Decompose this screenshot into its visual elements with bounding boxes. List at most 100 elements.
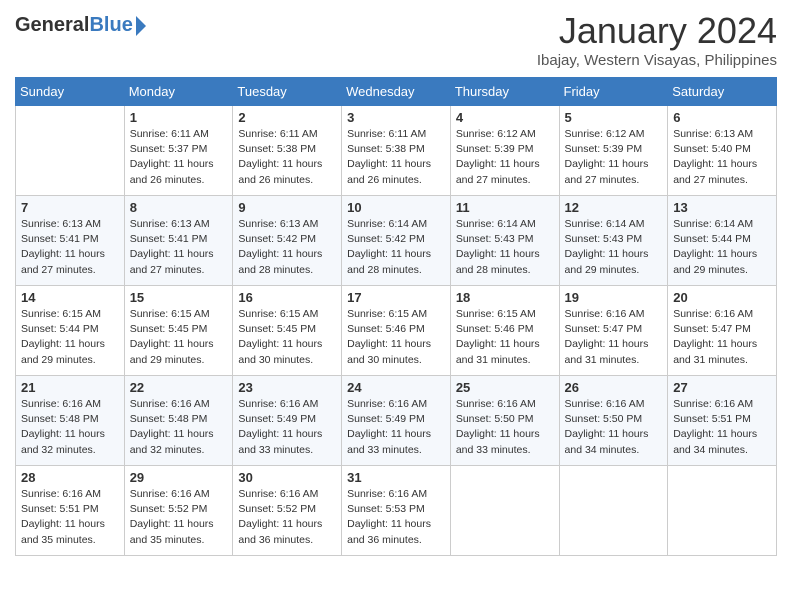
calendar-cell: 10 Sunrise: 6:14 AM Sunset: 5:42 PM Dayli… (342, 196, 451, 286)
page-header: General Blue January 2024 Ibajay, Wester… (15, 10, 777, 69)
calendar-cell: 23Sunrise: 6:16 AM Sunset: 5:49 PM Dayli… (233, 376, 342, 466)
calendar-cell (559, 466, 668, 556)
day-number: 26 (565, 380, 663, 395)
day-info: Sunrise: 6:15 AM Sunset: 5:45 PM Dayligh… (238, 307, 336, 368)
day-number: 2 (238, 110, 336, 125)
calendar-cell: 17Sunrise: 6:15 AM Sunset: 5:46 PM Dayli… (342, 286, 451, 376)
day-number: 7 (21, 200, 119, 215)
weekday-header-tuesday: Tuesday (233, 78, 342, 106)
weekday-header-sunday: Sunday (16, 78, 125, 106)
day-info: Sunrise: 6:16 AM Sunset: 5:52 PM Dayligh… (130, 487, 228, 548)
calendar-week-row: 21 Sunrise: 6:16 AM Sunset: 5:48 PM Dayli… (16, 376, 777, 466)
day-info: Sunrise: 6:12 AM Sunset: 5:39 PM Dayligh… (565, 127, 663, 188)
calendar-cell: 9 Sunrise: 6:13 AM Sunset: 5:42 PM Daylig… (233, 196, 342, 286)
calendar-cell: 6 Sunrise: 6:13 AM Sunset: 5:40 PM Daylig… (668, 106, 777, 196)
calendar-cell: 27Sunrise: 6:16 AM Sunset: 5:51 PM Dayli… (668, 376, 777, 466)
weekday-header-wednesday: Wednesday (342, 78, 451, 106)
day-info: Sunrise: 6:16 AM Sunset: 5:47 PM Dayligh… (673, 307, 771, 368)
day-info: Sunrise: 6:12 AM Sunset: 5:39 PM Dayligh… (456, 127, 554, 188)
calendar-cell: 8 Sunrise: 6:13 AM Sunset: 5:41 PM Daylig… (124, 196, 233, 286)
day-info: Sunrise: 6:14 AM Sunset: 5:43 PM Dayligh… (456, 217, 554, 278)
day-info: Sunrise: 6:11 AM Sunset: 5:38 PM Dayligh… (347, 127, 445, 188)
calendar-cell: 25 Sunrise: 6:16 AM Sunset: 5:50 PM Dayli… (450, 376, 559, 466)
calendar-cell: 4 Sunrise: 6:12 AM Sunset: 5:39 PM Daylig… (450, 106, 559, 196)
day-info: Sunrise: 6:16 AM Sunset: 5:51 PM Dayligh… (673, 397, 771, 458)
calendar-cell: 18 Sunrise: 6:15 AM Sunset: 5:46 PM Dayli… (450, 286, 559, 376)
logo-general-text: General (15, 14, 89, 37)
calendar-cell: 7 Sunrise: 6:13 AM Sunset: 5:41 PM Daylig… (16, 196, 125, 286)
calendar-week-row: 1 Sunrise: 6:11 AM Sunset: 5:37 PM Daylig… (16, 106, 777, 196)
day-number: 29 (130, 470, 228, 485)
day-info: Sunrise: 6:13 AM Sunset: 5:40 PM Dayligh… (673, 127, 771, 188)
day-number: 22 (130, 380, 228, 395)
weekday-header-saturday: Saturday (668, 78, 777, 106)
calendar-cell: 15 Sunrise: 6:15 AM Sunset: 5:45 PM Dayli… (124, 286, 233, 376)
day-info: Sunrise: 6:14 AM Sunset: 5:42 PM Dayligh… (347, 217, 445, 278)
day-number: 5 (565, 110, 663, 125)
weekday-header-friday: Friday (559, 78, 668, 106)
day-number: 18 (456, 290, 554, 305)
calendar-cell: 13 Sunrise: 6:14 AM Sunset: 5:44 PM Dayli… (668, 196, 777, 286)
calendar-cell: 24Sunrise: 6:16 AM Sunset: 5:49 PM Dayli… (342, 376, 451, 466)
calendar-week-row: 28Sunrise: 6:16 AM Sunset: 5:51 PM Dayli… (16, 466, 777, 556)
calendar-cell: 30 Sunrise: 6:16 AM Sunset: 5:52 PM Dayli… (233, 466, 342, 556)
logo-blue-text: Blue (89, 14, 132, 37)
day-number: 30 (238, 470, 336, 485)
day-info: Sunrise: 6:13 AM Sunset: 5:41 PM Dayligh… (130, 217, 228, 278)
day-number: 13 (673, 200, 771, 215)
calendar-cell (450, 466, 559, 556)
day-number: 4 (456, 110, 554, 125)
calendar-cell: 14 Sunrise: 6:15 AM Sunset: 5:44 PM Dayli… (16, 286, 125, 376)
day-number: 3 (347, 110, 445, 125)
day-number: 17 (347, 290, 445, 305)
location-subtitle: Ibajay, Western Visayas, Philippines (537, 52, 777, 69)
logo: General Blue (15, 10, 146, 37)
day-number: 12 (565, 200, 663, 215)
day-number: 24 (347, 380, 445, 395)
day-info: Sunrise: 6:16 AM Sunset: 5:50 PM Dayligh… (456, 397, 554, 458)
day-info: Sunrise: 6:14 AM Sunset: 5:44 PM Dayligh… (673, 217, 771, 278)
calendar-cell: 5 Sunrise: 6:12 AM Sunset: 5:39 PM Daylig… (559, 106, 668, 196)
calendar-cell: 1 Sunrise: 6:11 AM Sunset: 5:37 PM Daylig… (124, 106, 233, 196)
day-number: 20 (673, 290, 771, 305)
day-info: Sunrise: 6:15 AM Sunset: 5:44 PM Dayligh… (21, 307, 119, 368)
day-number: 1 (130, 110, 228, 125)
day-info: Sunrise: 6:16 AM Sunset: 5:52 PM Dayligh… (238, 487, 336, 548)
day-info: Sunrise: 6:16 AM Sunset: 5:50 PM Dayligh… (565, 397, 663, 458)
day-info: Sunrise: 6:16 AM Sunset: 5:48 PM Dayligh… (130, 397, 228, 458)
day-info: Sunrise: 6:11 AM Sunset: 5:37 PM Dayligh… (130, 127, 228, 188)
calendar-cell: 16Sunrise: 6:15 AM Sunset: 5:45 PM Dayli… (233, 286, 342, 376)
month-title: January 2024 (537, 10, 777, 52)
calendar-cell: 20 Sunrise: 6:16 AM Sunset: 5:47 PM Dayli… (668, 286, 777, 376)
day-info: Sunrise: 6:16 AM Sunset: 5:53 PM Dayligh… (347, 487, 445, 548)
day-info: Sunrise: 6:13 AM Sunset: 5:42 PM Dayligh… (238, 217, 336, 278)
day-info: Sunrise: 6:16 AM Sunset: 5:48 PM Dayligh… (21, 397, 119, 458)
day-number: 15 (130, 290, 228, 305)
day-info: Sunrise: 6:13 AM Sunset: 5:41 PM Dayligh… (21, 217, 119, 278)
day-number: 25 (456, 380, 554, 395)
day-number: 23 (238, 380, 336, 395)
day-number: 8 (130, 200, 228, 215)
day-number: 21 (21, 380, 119, 395)
day-info: Sunrise: 6:15 AM Sunset: 5:46 PM Dayligh… (456, 307, 554, 368)
day-number: 14 (21, 290, 119, 305)
calendar-cell: 11Sunrise: 6:14 AM Sunset: 5:43 PM Dayli… (450, 196, 559, 286)
calendar-cell: 12Sunrise: 6:14 AM Sunset: 5:43 PM Dayli… (559, 196, 668, 286)
day-number: 9 (238, 200, 336, 215)
day-number: 31 (347, 470, 445, 485)
calendar-cell: 28Sunrise: 6:16 AM Sunset: 5:51 PM Dayli… (16, 466, 125, 556)
weekday-header-row: SundayMondayTuesdayWednesdayThursdayFrid… (16, 78, 777, 106)
calendar-cell: 3 Sunrise: 6:11 AM Sunset: 5:38 PM Daylig… (342, 106, 451, 196)
calendar-cell: 19Sunrise: 6:16 AM Sunset: 5:47 PM Dayli… (559, 286, 668, 376)
title-section: January 2024 Ibajay, Western Visayas, Ph… (537, 10, 777, 69)
calendar-cell: 26 Sunrise: 6:16 AM Sunset: 5:50 PM Dayli… (559, 376, 668, 466)
calendar-cell: 2Sunrise: 6:11 AM Sunset: 5:38 PM Daylig… (233, 106, 342, 196)
calendar-week-row: 7 Sunrise: 6:13 AM Sunset: 5:41 PM Daylig… (16, 196, 777, 286)
day-info: Sunrise: 6:15 AM Sunset: 5:45 PM Dayligh… (130, 307, 228, 368)
logo-triangle-icon (136, 16, 146, 36)
day-number: 19 (565, 290, 663, 305)
day-number: 10 (347, 200, 445, 215)
day-number: 6 (673, 110, 771, 125)
weekday-header-thursday: Thursday (450, 78, 559, 106)
day-number: 28 (21, 470, 119, 485)
